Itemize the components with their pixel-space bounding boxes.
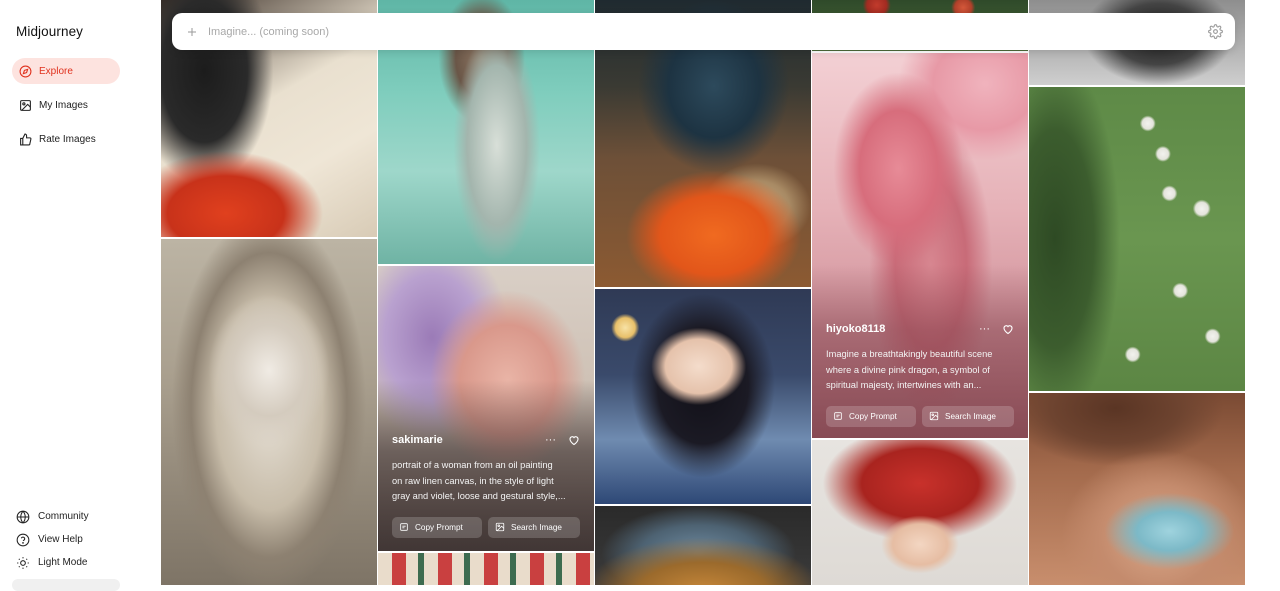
gallery-image[interactable] (595, 506, 811, 585)
gallery-image[interactable]: sakimarie ··· portrait of a woman from a… (378, 266, 594, 551)
gallery-image[interactable] (378, 553, 594, 585)
community-link[interactable]: Community (16, 507, 136, 526)
card-header: sakimarie ··· (392, 432, 580, 448)
copy-prompt-button[interactable]: Copy Prompt (392, 516, 482, 538)
light-mode-toggle[interactable]: Light Mode (16, 553, 136, 572)
nav-item-label: My Images (39, 99, 88, 111)
search-image-label: Search Image (945, 411, 996, 421)
prompt-line: portrait of a woman from an oil painting (392, 460, 553, 470)
prompt-line: gray and violet, loose and gestural styl… (392, 491, 566, 501)
bottom-item-label: Community (38, 511, 89, 522)
username-link[interactable]: sakimarie (392, 434, 443, 446)
copy-icon (400, 523, 408, 531)
prompt-line: where a divine pink dragon, a symbol of (826, 364, 990, 375)
prompt-line: Imagine a breathtakingly beautiful scene (826, 349, 993, 359)
more-options-icon[interactable]: ··· (545, 434, 556, 446)
sidebar: Midjourney Explore My Images Rate Images… (0, 0, 160, 591)
card-actions: Copy Prompt Search Image (392, 516, 580, 538)
plus-icon[interactable] (186, 26, 198, 38)
prompt-text: Imagine a breathtakingly beautiful scene… (826, 347, 1014, 394)
brand-logo[interactable]: Midjourney (16, 24, 83, 39)
search-image-button[interactable]: Search Image (922, 405, 1014, 427)
gallery-image[interactable]: hiyoko8118 ··· Imagine a breathtakingly … (812, 53, 1028, 438)
card-icons: ··· (545, 434, 580, 446)
prompt-line: on raw linen canvas, in the style of lig… (392, 475, 554, 486)
imagine-search-bar (172, 13, 1235, 50)
view-help-link[interactable]: View Help (16, 530, 136, 549)
username-link[interactable]: hiyoko8118 (826, 323, 885, 335)
main-nav: Explore My Images Rate Images (12, 58, 120, 160)
image-card-overlay: hiyoko8118 ··· Imagine a breathtakingly … (812, 53, 1028, 438)
card-icons: ··· (979, 323, 1014, 335)
gallery-image[interactable] (595, 289, 811, 504)
globe-icon (16, 510, 30, 523)
profile-button[interactable] (12, 579, 120, 591)
heart-icon[interactable] (568, 434, 580, 446)
prompt-text: portrait of a woman from an oil painting… (392, 458, 580, 505)
image-search-icon (495, 522, 505, 532)
image-card-overlay: sakimarie ··· portrait of a woman from a… (378, 266, 594, 551)
copy-icon (834, 412, 842, 420)
nav-item-label: Explore (39, 65, 73, 77)
gallery-image[interactable] (812, 440, 1028, 585)
search-image-label: Search Image (511, 522, 562, 532)
image-icon (20, 99, 31, 111)
gallery-image[interactable] (1029, 393, 1245, 585)
bottom-item-label: View Help (38, 534, 83, 545)
prompt-line: spiritual majesty, intertwines with an..… (826, 380, 982, 390)
image-gallery: sakimarie ··· portrait of a woman from a… (161, 0, 1246, 585)
nav-item-rate-images[interactable]: Rate Images (12, 126, 120, 152)
more-options-icon[interactable]: ··· (979, 323, 990, 335)
image-search-icon (929, 411, 939, 421)
help-circle-icon (16, 533, 30, 546)
copy-prompt-label: Copy Prompt (415, 522, 463, 532)
sun-icon (17, 556, 29, 569)
card-header: hiyoko8118 ··· (826, 321, 1014, 337)
gallery-image[interactable] (1029, 87, 1245, 391)
card-actions: Copy Prompt Search Image (826, 405, 1014, 427)
thumbs-up-icon (20, 133, 32, 145)
gallery-image[interactable] (161, 239, 377, 585)
copy-prompt-label: Copy Prompt (849, 411, 897, 421)
nav-item-label: Rate Images (39, 133, 96, 145)
bottom-item-label: Light Mode (38, 557, 88, 568)
copy-prompt-button[interactable]: Copy Prompt (826, 405, 916, 427)
compass-icon (19, 65, 32, 77)
nav-item-explore[interactable]: Explore (12, 58, 120, 84)
heart-icon[interactable] (1002, 323, 1014, 335)
bottom-nav: Community View Help Light Mode (16, 507, 136, 576)
gear-icon[interactable] (1208, 24, 1223, 39)
nav-item-my-images[interactable]: My Images (12, 92, 120, 118)
imagine-input[interactable] (208, 25, 1208, 38)
search-image-button[interactable]: Search Image (488, 516, 580, 538)
